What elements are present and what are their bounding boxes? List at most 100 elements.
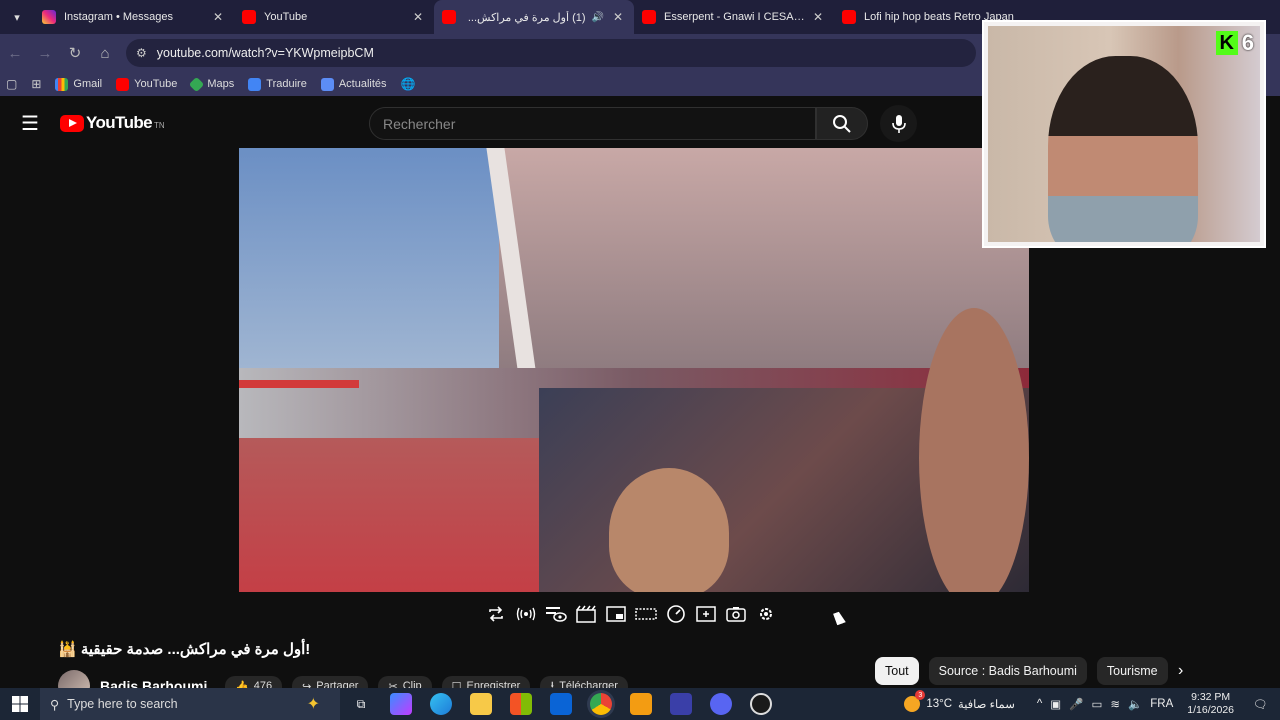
- chevron-right-icon[interactable]: ›: [1178, 662, 1183, 680]
- chrome-icon[interactable]: [590, 693, 612, 715]
- wifi-icon[interactable]: ≋: [1110, 697, 1120, 711]
- weather-widget[interactable]: 3 13°C سماء صافية: [904, 690, 1015, 712]
- chip-tourism[interactable]: Tourisme: [1096, 657, 1168, 685]
- bookmark-translate[interactable]: Traduire: [248, 77, 307, 91]
- cinema-button[interactable]: [575, 603, 597, 625]
- forward-button[interactable]: →: [30, 38, 60, 68]
- close-icon[interactable]: ✕: [810, 10, 826, 24]
- speaker-icon[interactable]: 🔊: [592, 12, 604, 23]
- chevron-up-icon[interactable]: ^: [1037, 698, 1042, 710]
- loop-icon: [489, 606, 503, 622]
- arrow-left-icon: ←: [7, 44, 23, 62]
- close-icon[interactable]: ✕: [210, 10, 226, 24]
- youtube-icon: [442, 10, 456, 24]
- close-icon[interactable]: ✕: [410, 10, 426, 24]
- globe-icon[interactable]: 🌐: [401, 77, 416, 91]
- logo-text: YouTube: [86, 113, 153, 132]
- chip-all[interactable]: Tout: [875, 657, 919, 685]
- taskbar-apps: ⧉: [350, 693, 772, 715]
- site-info-icon[interactable]: ⚙: [136, 46, 147, 60]
- clock-time: 9:32 PM: [1191, 691, 1231, 703]
- battery-icon[interactable]: ▭: [1091, 697, 1102, 711]
- video-title: !أول مرة في مراكش... صدمة حقيقية 🕌: [58, 641, 311, 658]
- audio-button[interactable]: [515, 603, 537, 625]
- close-icon[interactable]: ✕: [610, 10, 626, 24]
- windows-taskbar: ⚲ Type here to search ✦ ⧉ 3 13°C سماء صا…: [0, 688, 1280, 720]
- copilot-icon[interactable]: [390, 693, 412, 715]
- bookmark-maps[interactable]: Maps: [189, 76, 235, 92]
- tab-title: YouTube: [264, 11, 308, 23]
- viewer-count: 6: [1241, 30, 1254, 55]
- speed-button[interactable]: [665, 603, 687, 625]
- clock-date: 1/16/2026: [1187, 704, 1234, 716]
- home-button[interactable]: ⌂: [90, 38, 120, 68]
- keyboard-app-icon[interactable]: [670, 693, 692, 715]
- start-button[interactable]: [0, 688, 40, 720]
- tab-esserpent[interactable]: Esserpent - Gnawi I CESAR ART ✕: [634, 0, 834, 34]
- search-input[interactable]: Rechercher: [369, 107, 816, 140]
- apps-grid-icon[interactable]: ⊞: [31, 77, 41, 91]
- youtube-icon: [116, 77, 130, 91]
- gmail-icon: [55, 77, 69, 91]
- tab-current-video[interactable]: (1) أول مرة في مراكش... 🔊 ✕: [434, 0, 634, 34]
- voice-search-button[interactable]: [880, 105, 917, 142]
- obs-icon[interactable]: [750, 693, 772, 715]
- notification-icon: 🗨: [1252, 699, 1268, 711]
- search-icon: [833, 114, 851, 133]
- watch-later-button[interactable]: [545, 603, 567, 625]
- kick-logo-icon: K: [1215, 31, 1238, 55]
- related-filter-chips: Tout Source : Badis Barhoumi Tourisme: [875, 657, 1168, 685]
- tab-search-button[interactable]: ▾: [0, 0, 34, 34]
- bookmark-youtube[interactable]: YouTube: [116, 77, 177, 91]
- sun-icon: 3: [904, 690, 926, 712]
- audio-waves-icon: [516, 607, 536, 621]
- eye-list-icon: [546, 607, 567, 622]
- home-icon: ⌂: [100, 44, 110, 62]
- country-code: TN: [154, 121, 165, 130]
- tab-youtube[interactable]: YouTube ✕: [234, 0, 434, 34]
- settings-button[interactable]: [755, 603, 777, 625]
- task-view-icon[interactable]: ⧉: [350, 693, 372, 715]
- outlook-icon[interactable]: [550, 693, 572, 715]
- sidebar-toggle-icon[interactable]: ▢: [6, 77, 17, 91]
- bookmark-gmail[interactable]: Gmail: [55, 77, 102, 91]
- video-player[interactable]: [239, 148, 1029, 592]
- reload-button[interactable]: ↻: [60, 38, 90, 68]
- camera-icon: [726, 607, 746, 622]
- bookmark-news[interactable]: Actualités: [320, 77, 387, 91]
- taskbar-search-input[interactable]: ⚲ Type here to search ✦: [40, 688, 340, 720]
- address-bar[interactable]: ⚙ youtube.com/watch?v=YKWpmeipbCM: [126, 39, 976, 67]
- tray-app-icon[interactable]: ▣: [1050, 697, 1061, 711]
- bookmark-label: Traduire: [266, 78, 307, 90]
- zoom-button[interactable]: [695, 603, 717, 625]
- screenshot-button[interactable]: [725, 603, 747, 625]
- miniplayer-icon: [606, 606, 626, 622]
- microphone-icon[interactable]: 🎤: [1069, 697, 1083, 711]
- tab-instagram[interactable]: Instagram • Messages ✕: [34, 0, 234, 34]
- back-button[interactable]: ←: [0, 38, 30, 68]
- edge-icon[interactable]: [430, 693, 452, 715]
- menu-button[interactable]: ☰: [0, 100, 60, 146]
- discord-icon[interactable]: [710, 693, 732, 715]
- miniplayer-button[interactable]: [605, 603, 627, 625]
- clock[interactable]: 9:32 PM 1/16/2026: [1187, 691, 1234, 717]
- instagram-icon: [42, 10, 56, 24]
- arrow-right-icon: →: [37, 44, 53, 62]
- youtube-icon: [642, 10, 656, 24]
- theater-button[interactable]: [635, 603, 657, 625]
- chip-source[interactable]: Source : Badis Barhoumi: [928, 657, 1087, 685]
- search-button[interactable]: [816, 107, 868, 140]
- loop-button[interactable]: [485, 603, 507, 625]
- video-frame-spectator: [919, 308, 1029, 592]
- youtube-logo[interactable]: YouTube TN: [60, 113, 165, 133]
- file-explorer-icon[interactable]: [470, 693, 492, 715]
- youtube-icon: [242, 10, 256, 24]
- zoom-frame-icon: [696, 606, 716, 622]
- microsoft-store-icon[interactable]: [510, 693, 532, 715]
- orange-app-icon[interactable]: [630, 693, 652, 715]
- tab-title: Esserpent - Gnawi I CESAR ART: [664, 11, 810, 23]
- notification-button[interactable]: 🗨: [1248, 692, 1272, 716]
- bookmark-label: Maps: [207, 78, 235, 90]
- language-indicator[interactable]: FRA: [1150, 698, 1173, 710]
- volume-icon[interactable]: 🔈: [1128, 697, 1142, 711]
